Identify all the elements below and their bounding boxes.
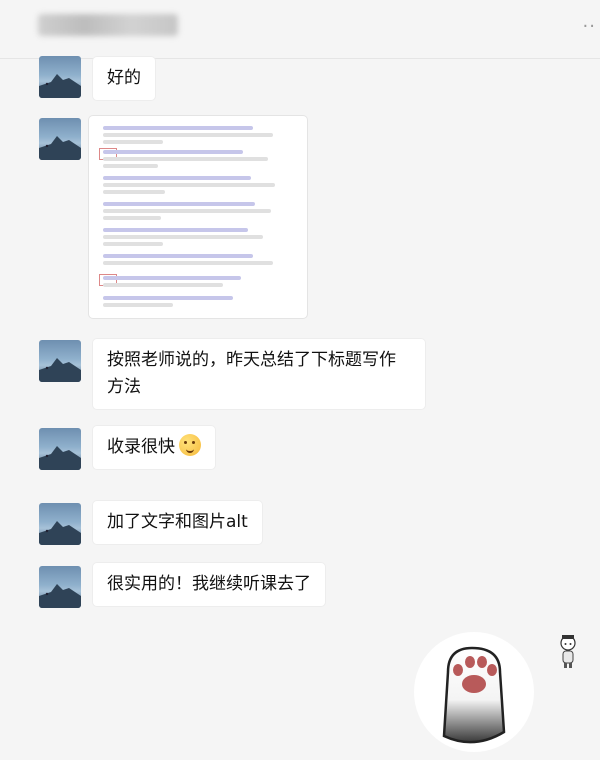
contact-avatar[interactable] bbox=[39, 566, 81, 608]
self-avatar[interactable] bbox=[556, 633, 580, 669]
contact-avatar[interactable] bbox=[39, 118, 81, 160]
thinking-face-icon bbox=[179, 434, 201, 456]
message-text: 按照老师说的，昨天总结了下标题写作 方法 bbox=[107, 350, 396, 397]
message-bubble[interactable]: 加了文字和图片alt bbox=[93, 501, 262, 544]
contact-avatar[interactable] bbox=[39, 428, 81, 470]
message-bubble[interactable]: 很实用的！我继续听课去了 bbox=[93, 563, 325, 606]
contact-avatar[interactable] bbox=[39, 56, 81, 98]
more-icon[interactable]: ·· bbox=[583, 18, 596, 36]
image-message-search-results[interactable] bbox=[89, 116, 307, 318]
message-text: 好的 bbox=[107, 68, 141, 88]
message-bubble[interactable]: 收录很快 bbox=[93, 426, 215, 469]
contact-avatar[interactable] bbox=[39, 503, 81, 545]
message-text: 收录很快 bbox=[107, 437, 175, 457]
message-bubble[interactable]: 按照老师说的，昨天总结了下标题写作 方法 bbox=[93, 339, 425, 409]
chat-header: ·· bbox=[0, 0, 600, 59]
contact-avatar[interactable] bbox=[39, 340, 81, 382]
cat-paw-sticker[interactable] bbox=[414, 632, 534, 752]
message-text: 很实用的！我继续听课去了 bbox=[107, 574, 311, 594]
message-bubble[interactable]: 好的 bbox=[93, 57, 155, 100]
chat-title-blurred bbox=[38, 14, 178, 36]
message-text: 加了文字和图片alt bbox=[107, 512, 248, 532]
